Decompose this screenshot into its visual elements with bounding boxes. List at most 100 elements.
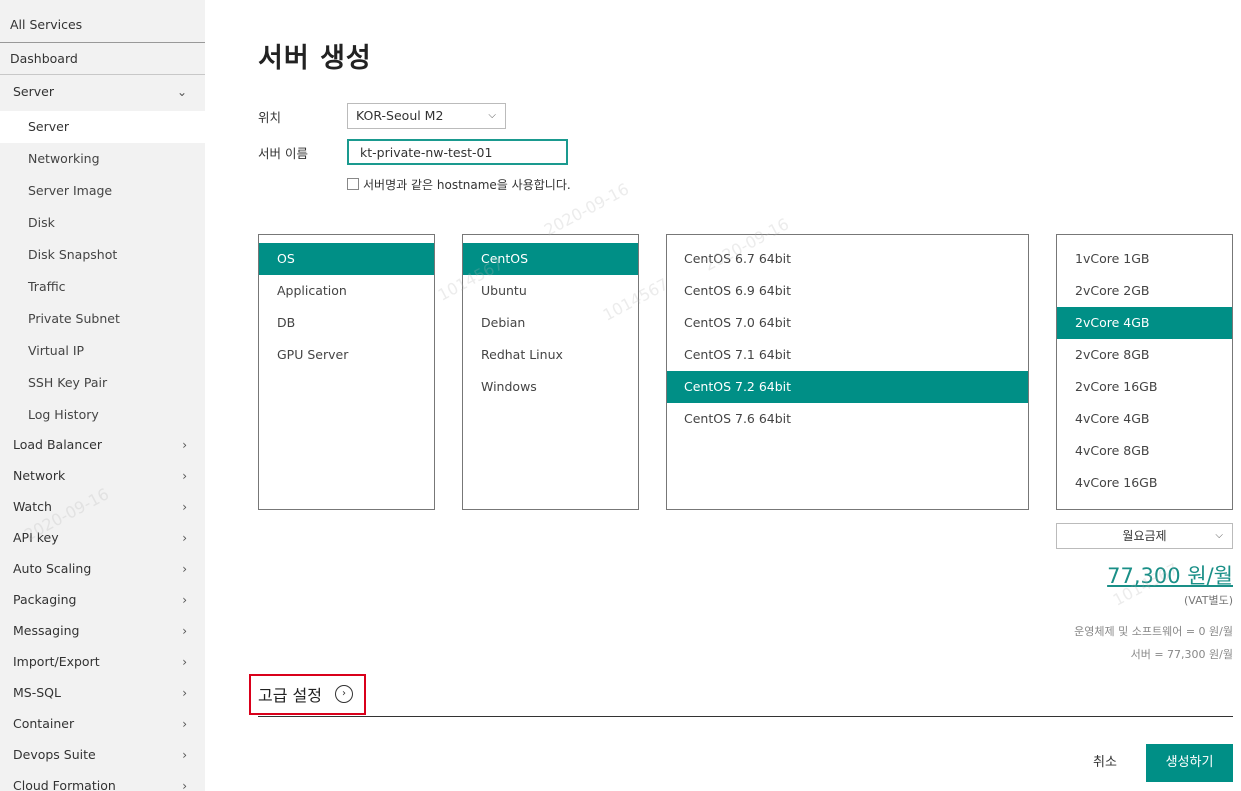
sidebar-item-server-image[interactable]: Server Image [0, 175, 205, 207]
sidebar-group-auto-scaling[interactable]: Auto Scaling › [0, 554, 205, 584]
hostname-checkbox[interactable] [347, 178, 359, 190]
sidebar-group-load-balancer[interactable]: Load Balancer › [0, 430, 205, 460]
create-button[interactable]: 생성하기 [1146, 744, 1233, 782]
sidebar-item-virtual-ip[interactable]: Virtual IP [0, 335, 205, 367]
specs-option[interactable]: 2vCore 4GB [1057, 307, 1232, 339]
category-panel: OS Application DB GPU Server [258, 234, 435, 510]
sidebar-group-label: Watch [13, 499, 52, 514]
dashboard-link[interactable]: Dashboard [0, 44, 205, 75]
hostname-checkbox-label: 서버명과 같은 hostname을 사용합니다. [363, 178, 571, 192]
chevron-right-icon: › [182, 593, 187, 607]
sidebar-group-network[interactable]: Network › [0, 461, 205, 491]
sidebar-group-label: Devops Suite [13, 747, 96, 762]
specs-option[interactable]: 2vCore 16GB [1057, 371, 1232, 403]
chevron-right-icon: › [182, 779, 187, 791]
distros-option[interactable]: Ubuntu [463, 275, 638, 307]
versions-option[interactable]: CentOS 7.6 64bit [667, 403, 1028, 435]
location-value: KOR-Seoul M2 [356, 108, 444, 123]
sidebar-group-label: Server [13, 84, 54, 99]
sidebar-item-ssh-key-pair[interactable]: SSH Key Pair [0, 367, 205, 399]
sidebar: All Services Dashboard Server ⌄ Server Ne… [0, 0, 205, 791]
chevron-right-icon: › [182, 562, 187, 576]
sidebar-item-disk[interactable]: Disk [0, 207, 205, 239]
distro-panel: CentOS Ubuntu Debian Redhat Linux Windows [462, 234, 639, 510]
sidebar-group-label: Messaging [13, 623, 80, 638]
specs-option[interactable]: 4vCore 4GB [1057, 403, 1232, 435]
versions-option[interactable]: CentOS 6.7 64bit [667, 243, 1028, 275]
categories-option[interactable]: Application [259, 275, 434, 307]
version-panel: CentOS 6.7 64bit CentOS 6.9 64bit CentOS 7… [666, 234, 1029, 510]
chevron-right-icon: › [182, 748, 187, 762]
sidebar-group-label: Auto Scaling [13, 561, 92, 576]
sidebar-group-devops-suite[interactable]: Devops Suite › [0, 740, 205, 770]
sidebar-group-watch[interactable]: Watch › [0, 492, 205, 522]
sidebar-group-label: Load Balancer [13, 437, 102, 452]
sidebar-group-label: Container [13, 716, 75, 731]
billing-plan-select[interactable]: 월요금제 ⌵ [1056, 523, 1233, 549]
chevron-right-circle-icon[interactable]: › [335, 685, 353, 703]
vat-note: (VAT별도) [1183, 594, 1233, 607]
sidebar-group-label: Packaging [13, 592, 77, 607]
sidebar-group-messaging[interactable]: Messaging › [0, 616, 205, 646]
chevron-right-icon: › [182, 686, 187, 700]
distros-option[interactable]: Debian [463, 307, 638, 339]
billing-plan-value: 월요금제 [1122, 529, 1167, 543]
sidebar-group-label: API key [13, 530, 59, 545]
os-cost-note: 운영체제 및 소프트웨어 = 0 원/월 [1074, 625, 1233, 638]
chevron-right-icon: › [182, 469, 187, 483]
versions-option[interactable]: CentOS 6.9 64bit [667, 275, 1028, 307]
chevron-right-icon: › [182, 655, 187, 669]
chevron-down-icon: ⌵ [1215, 530, 1223, 541]
chevron-down-icon: ⌵ [488, 110, 496, 121]
sidebar-group-packaging[interactable]: Packaging › [0, 585, 205, 615]
sidebar-group-label: Cloud Formation [13, 778, 116, 791]
sidebar-item-networking[interactable]: Networking [0, 143, 205, 175]
categories-option[interactable]: OS [259, 243, 434, 275]
sidebar-item-disk-snapshot[interactable]: Disk Snapshot [0, 239, 205, 271]
sidebar-group-server[interactable]: Server ⌄ [0, 77, 205, 107]
advanced-settings-toggle[interactable]: 고급 설정 [258, 682, 322, 706]
specs-option[interactable]: 2vCore 2GB [1057, 275, 1232, 307]
specs-option[interactable]: 2vCore 8GB [1057, 339, 1232, 371]
chevron-right-icon: › [182, 531, 187, 545]
versions-option[interactable]: CentOS 7.0 64bit [667, 307, 1028, 339]
categories-option[interactable]: GPU Server [259, 339, 434, 371]
location-select[interactable]: KOR-Seoul M2 ⌵ [347, 103, 506, 129]
specs-option[interactable]: 4vCore 16GB [1057, 467, 1232, 499]
divider [258, 716, 1233, 717]
server-cost-note: 서버 = 77,300 원/월 [1130, 648, 1233, 661]
sidebar-group-import-export[interactable]: Import/Export › [0, 647, 205, 677]
sidebar-group-label: Network [13, 468, 66, 483]
chevron-right-icon: › [182, 624, 187, 638]
monthly-price[interactable]: 77,300 원/월 [1107, 560, 1233, 590]
server-name-label: 서버 이름 [258, 146, 308, 161]
spec-panel: 1vCore 1GB 2vCore 2GB 2vCore 4GB 2vCore 8GB… [1056, 234, 1233, 510]
chevron-right-icon: › [182, 438, 187, 452]
sidebar-group-cloud-formation[interactable]: Cloud Formation › [0, 771, 205, 791]
location-label: 위치 [258, 110, 282, 125]
sidebar-item-traffic[interactable]: Traffic [0, 271, 205, 303]
distros-option[interactable]: CentOS [463, 243, 638, 275]
all-services-link[interactable]: All Services [0, 6, 205, 43]
chevron-right-icon: › [182, 500, 187, 514]
specs-option[interactable]: 1vCore 1GB [1057, 243, 1232, 275]
specs-option[interactable]: 4vCore 8GB [1057, 435, 1232, 467]
chevron-right-icon: › [182, 717, 187, 731]
sidebar-item-log-history[interactable]: Log History [0, 399, 205, 431]
versions-option[interactable]: CentOS 7.1 64bit [667, 339, 1028, 371]
cancel-button[interactable]: 취소 [1080, 745, 1130, 781]
sidebar-group-container[interactable]: Container › [0, 709, 205, 739]
sidebar-group-api-key[interactable]: API key › [0, 523, 205, 553]
sidebar-item-private-subnet[interactable]: Private Subnet [0, 303, 205, 335]
sidebar-item-server[interactable]: Server [0, 111, 205, 143]
chevron-down-icon: ⌄ [176, 85, 187, 99]
categories-option[interactable]: DB [259, 307, 434, 339]
sidebar-group-ms-sql[interactable]: MS-SQL › [0, 678, 205, 708]
distros-option[interactable]: Windows [463, 371, 638, 403]
sidebar-group-label: MS-SQL [13, 685, 61, 700]
distros-option[interactable]: Redhat Linux [463, 339, 638, 371]
versions-option[interactable]: CentOS 7.2 64bit [667, 371, 1028, 403]
sidebar-group-label: Import/Export [13, 654, 100, 669]
page-title: 서버 생성 [258, 43, 372, 74]
server-name-input[interactable] [347, 139, 568, 165]
